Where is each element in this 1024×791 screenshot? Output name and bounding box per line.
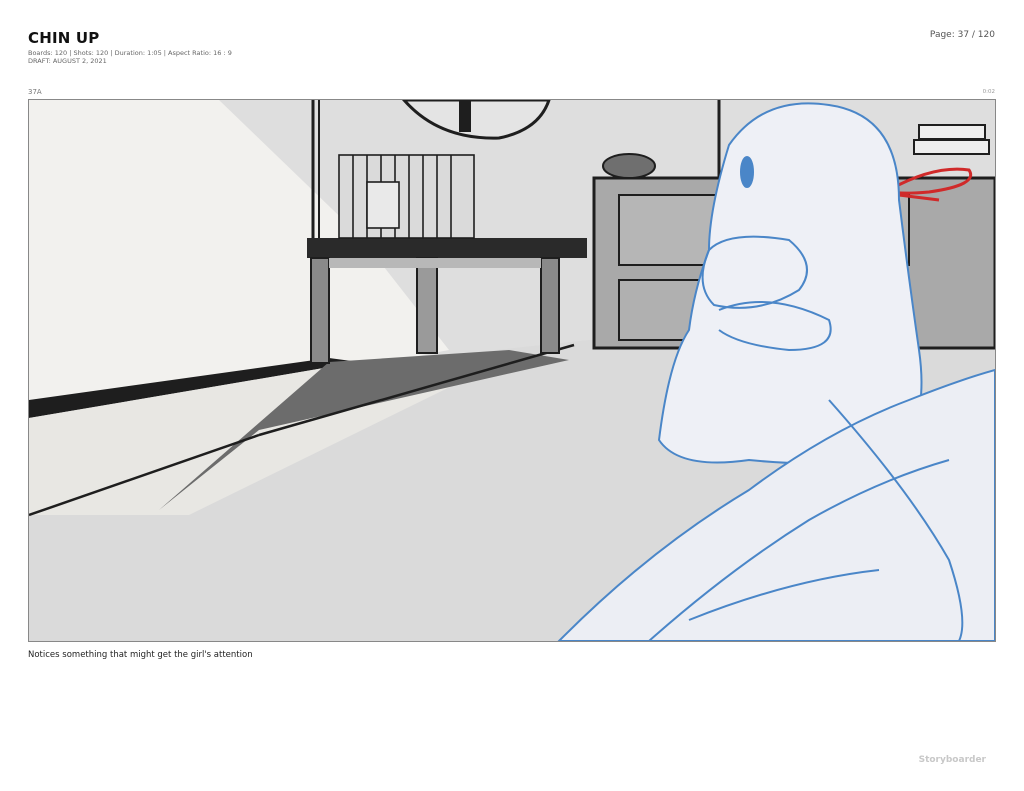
side-table-top	[307, 238, 587, 258]
storyboard-sketch	[29, 100, 995, 641]
project-meta: Boards: 120 | Shots: 120 | Duration: 1:0…	[28, 49, 232, 57]
shot-number: 37A	[28, 88, 42, 96]
toy-on-dresser	[602, 153, 656, 179]
bird-cage	[338, 154, 475, 239]
storyboarder-brand: Storyboarder	[918, 755, 986, 765]
shot-timecode: 0:02	[982, 89, 995, 95]
storyboard-frame	[28, 99, 996, 642]
page-number: Page: 37 / 120	[929, 30, 995, 40]
draft-date: DRAFT: AUGUST 2, 2021	[28, 57, 107, 65]
project-title: CHIN UP	[28, 29, 100, 47]
board-dialogue: Notices something that might get the gir…	[28, 650, 253, 660]
